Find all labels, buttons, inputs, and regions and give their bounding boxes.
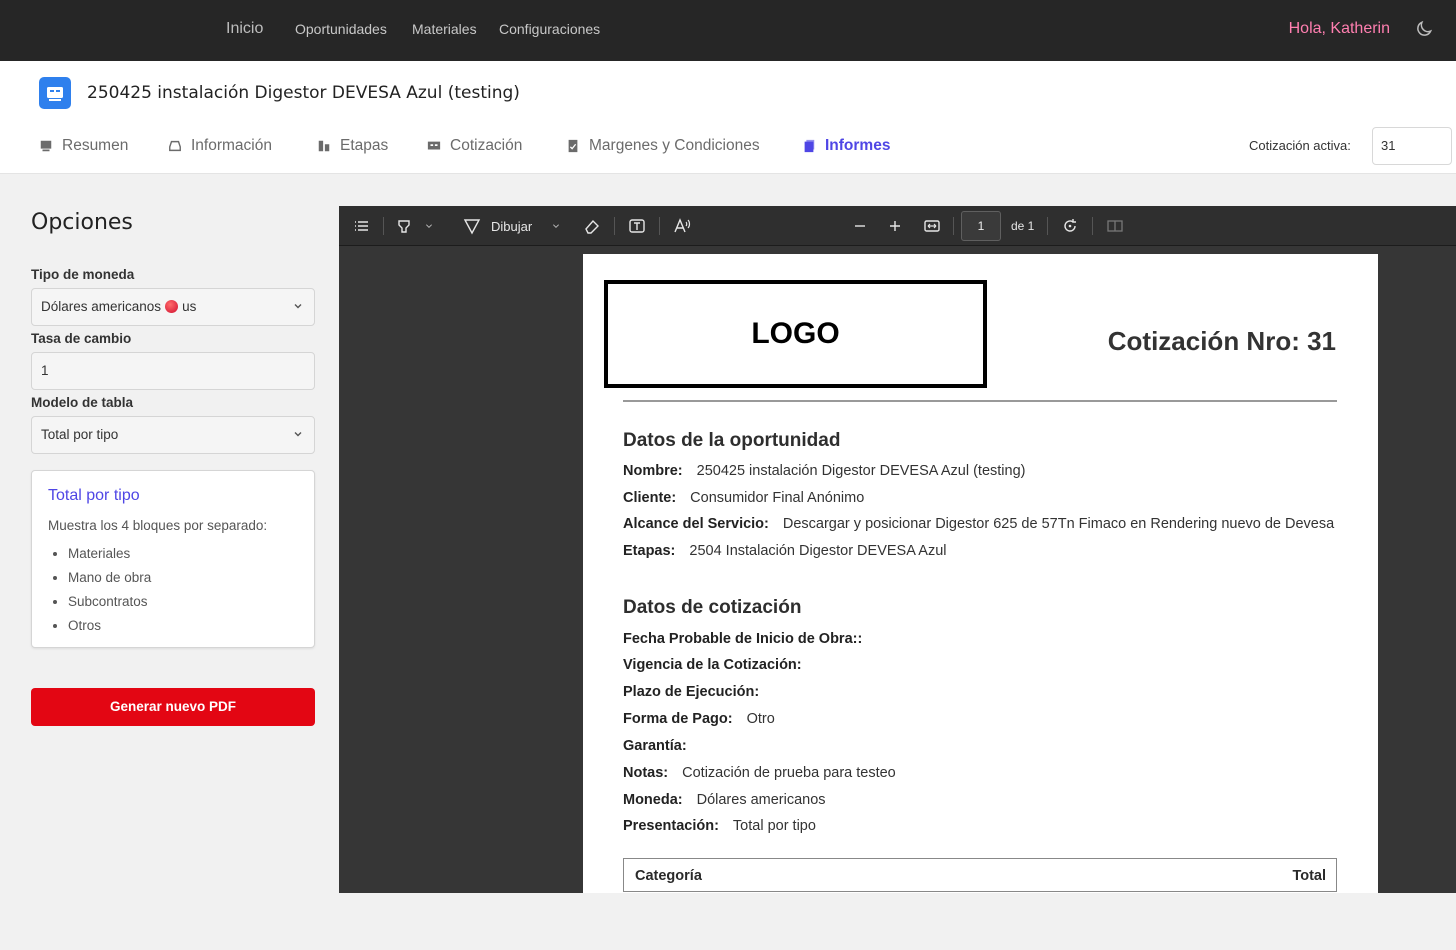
draw-label: Dibujar [491,218,533,234]
quote-row-plazo: Plazo de Ejecución: [623,684,760,700]
chevron-down-icon [294,304,302,309]
top-navbar: Inicio Oportunidades Materiales Configur… [0,0,1456,61]
text-box-icon[interactable] [628,216,646,236]
pdf-toolbar: Dibujar 1 de 1 [339,206,1456,246]
page-total: de 1 [1011,219,1035,233]
nav-configuraciones[interactable]: Configuraciones [499,0,600,61]
list-item: Otros [68,617,151,641]
tab-resumen-label: Resumen [62,137,129,154]
opportunity-section-title: Datos de la oportunidad [623,430,841,451]
opp-row-cliente: Cliente: Consumidor Final Anónimo [623,490,865,506]
user-greeting[interactable]: Hola, Katherin [1289,0,1390,61]
chevron-down-icon[interactable] [423,216,435,236]
page-title: 250425 instalación Digestor DEVESA Azul … [87,83,520,103]
model-select[interactable]: Total por tipo [31,416,315,454]
rate-input[interactable]: 1 [31,352,315,390]
quote-row-moneda: Moneda: Dólares americanos [623,792,826,808]
quote-row-presentacion: Presentación: Total por tipo [623,818,816,834]
generate-pdf-button[interactable]: Generar nuevo PDF [31,688,315,726]
draw-icon [463,219,481,235]
active-quote-input[interactable]: 31 [1372,127,1452,165]
tab-margenes-label: Margenes y Condiciones [589,137,760,154]
column-header-total: Total [1292,868,1326,884]
reports-icon [804,139,815,153]
currency-label: Tipo de moneda [31,267,135,282]
list-item: Mano de obra [68,569,151,593]
opp-row-nombre: Nombre: 250425 instalación Digestor DEVES… [623,463,1026,479]
stages-icon [318,140,330,152]
page-header: 250425 instalación Digestor DEVESA Azul … [0,61,1456,174]
nav-home[interactable]: Inicio [226,0,263,61]
list-item: Materiales [68,545,151,569]
tab-informes-label: Informes [825,137,891,154]
currency-select[interactable]: Dólares americanos us [31,288,315,326]
two-page-icon[interactable] [1106,216,1124,236]
card-title: Total por tipo [48,487,140,504]
model-value: Total por tipo [41,427,119,442]
model-label: Modelo de tabla [31,395,134,410]
currency-code: us [182,299,197,314]
currency-value: Dólares americanos [41,299,162,314]
opp-row-alcance: Alcance del Servicio: Descargar y posicio… [623,516,1335,532]
document-icon [568,139,578,153]
pdf-page: LOGO Cotización Nro: 31 Datos de la opor… [583,254,1378,893]
active-quote-label: Cotización activa: [1249,138,1351,153]
eraser-icon[interactable] [583,216,601,236]
page-number-input[interactable]: 1 [961,211,1001,241]
tab-resumen[interactable]: Resumen [39,131,128,161]
draw-tool[interactable]: Dibujar [463,216,532,236]
inbox-icon [169,140,181,152]
options-title: Opciones [31,210,133,235]
nav-materiales[interactable]: Materiales [412,0,477,61]
tab-cotizacion[interactable]: Cotización [427,131,522,161]
tab-informacion[interactable]: Información [168,131,272,161]
zoom-out-icon[interactable] [851,216,869,236]
opp-row-etapas: Etapas: 2504 Instalación Digestor DEVESA … [623,543,947,559]
nav-oportunidades[interactable]: Oportunidades [295,0,387,61]
outline-icon[interactable] [353,216,371,236]
quote-row-fecha: Fecha Probable de Inicio de Obra:: [623,631,863,647]
tab-margenes[interactable]: Margenes y Condiciones [566,131,760,161]
tab-etapas[interactable]: Etapas [317,131,388,161]
model-info-card: Total por tipo Muestra los 4 bloques por… [31,470,315,648]
quote-row-pago: Forma de Pago: Otro [623,711,775,727]
rotate-icon[interactable] [1061,216,1079,236]
chevron-down-icon [294,432,302,437]
card-description: Muestra los 4 bloques por separado: [48,518,268,533]
opportunity-icon [39,77,71,109]
quote-icon [427,141,441,150]
dark-mode-icon[interactable] [1414,19,1434,39]
quote-row-garantia: Garantía: [623,738,687,754]
logo-placeholder: LOGO [604,280,987,388]
tab-etapas-label: Etapas [340,137,389,154]
quote-number-title: Cotización Nro: 31 [1107,326,1336,356]
chevron-down-icon[interactable] [550,216,562,236]
column-header-categoria: Categoría [635,868,702,884]
pdf-viewer: Dibujar 1 de 1 LOGO Cotización Nro: 31 D… [339,206,1456,893]
card-list: Materiales Mano de obra Subcontratos Otr… [68,545,151,641]
flag-icon [165,300,179,313]
quote-row-notas: Notas: Cotización de prueba para testeo [623,765,896,781]
quote-row-vigencia: Vigencia de la Cotización: [623,657,802,673]
divider [623,400,1337,402]
read-aloud-icon[interactable] [673,216,691,236]
totals-table-header: Categoría Total [623,858,1337,892]
zoom-in-icon[interactable] [886,216,904,236]
list-item: Subcontratos [68,593,151,617]
tab-informacion-label: Información [191,137,272,154]
logo-text: LOGO [751,317,840,350]
highlight-icon[interactable] [395,216,413,236]
summary-icon [40,140,52,152]
rate-label: Tasa de cambio [31,331,132,346]
tab-informes[interactable]: Informes [802,131,890,161]
tab-cotizacion-label: Cotización [450,137,523,154]
fit-width-icon[interactable] [923,216,941,236]
quote-section-title: Datos de cotización [623,597,802,618]
